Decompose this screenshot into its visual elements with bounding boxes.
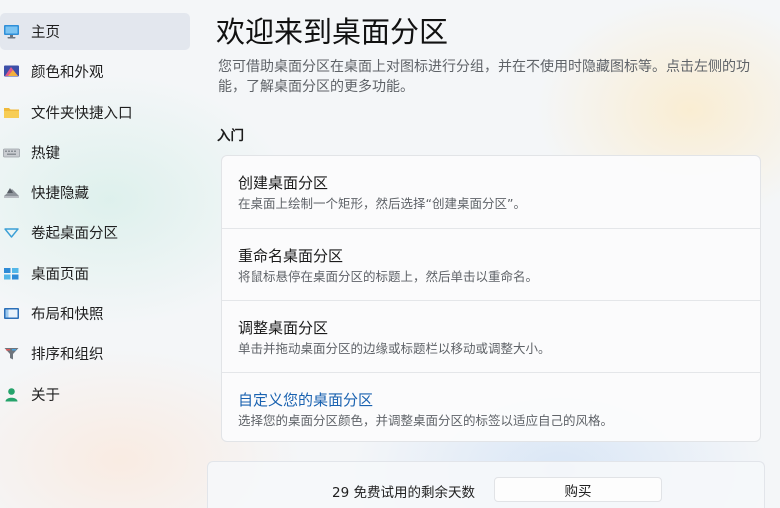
sidebar-item-label: 热键 [31,145,60,162]
feature-description: 将鼠标悬停在桌面分区的标题上，然后单击以重命名。 [238,269,539,284]
feature-adjust-fence[interactable]: 调整桌面分区 单击并拖动桌面分区的边缘或标题栏以移动或调整大小。 [222,300,760,372]
trial-bar: 29 免费试用的剩余天数 购买 [207,461,765,508]
intro-text: 您可借助桌面分区在桌面上对图标进行分组，并在不使用时隐藏图标等。点击左侧的功能，… [218,59,750,95]
sidebar-item-label: 关于 [31,387,60,404]
feature-description: 选择您的桌面分区颜色，并调整桌面分区的标签以适应自己的风格。 [238,413,614,428]
quick-hide-icon [4,188,19,199]
feature-title: 创建桌面分区 [238,174,329,192]
feature-title: 调整桌面分区 [238,319,329,337]
sidebar-item-hotkeys[interactable]: 热键 [0,134,190,171]
trial-days-remaining: 29 免费试用的剩余天数 [332,485,475,501]
sidebar-item-desktop-pages[interactable]: 桌面页面 [0,255,190,292]
rollup-icon [4,228,19,239]
sidebar-item-label: 布局和快照 [31,307,104,324]
sidebar-item-label: 颜色和外观 [31,65,104,82]
layout-icon [4,308,19,320]
customize-fence-link[interactable]: 自定义您的桌面分区 [238,389,373,410]
feature-list: 创建桌面分区 在桌面上绘制一个矩形，然后选择“创建桌面分区”。 重命名桌面分区 … [221,155,761,442]
sidebar-item-about[interactable]: 关于 [0,376,190,413]
sidebar-item-label: 主页 [31,25,60,41]
sidebar-item-label: 文件夹快捷入口 [31,105,133,122]
feature-customize-fence[interactable]: 自定义您的桌面分区 选择您的桌面分区颜色，并调整桌面分区的标签以适应自己的风格。 [222,372,760,441]
page-title: 欢迎来到桌面分区 [216,15,449,49]
sidebar-item-roll-up[interactable]: 卷起桌面分区 [0,214,190,251]
sidebar-item-label: 桌面页面 [31,266,89,283]
sidebar-item-label: 排序和组织 [31,347,104,364]
keyboard-icon [3,148,20,158]
sidebar-item-label: 快捷隐藏 [31,186,89,203]
sidebar-item-sort-organize[interactable]: 排序和组织 [0,335,190,372]
feature-title: 重命名桌面分区 [238,247,344,265]
sidebar-item-quick-hide[interactable]: 快捷隐藏 [0,174,190,211]
feature-rename-fence[interactable]: 重命名桌面分区 将鼠标悬停在桌面分区的标题上，然后单击以重命名。 [222,228,760,300]
buy-button[interactable]: 购买 [494,477,662,502]
sidebar-item-layout-snapshots[interactable]: 布局和快照 [0,295,190,332]
sidebar-item-home[interactable]: 主页 [0,13,190,50]
palette-icon [4,65,19,77]
feature-description: 在桌面上绘制一个矩形，然后选择“创建桌面分区”。 [238,196,526,211]
monitor-icon [4,25,19,39]
person-icon [5,387,18,402]
feature-create-fence[interactable]: 创建桌面分区 在桌面上绘制一个矩形，然后选择“创建桌面分区”。 [222,156,760,228]
section-heading-getting-started: 入门 [217,128,244,144]
sidebar-item-colors-appearance[interactable]: 颜色和外观 [0,53,190,90]
feature-description: 单击并拖动桌面分区的边缘或标题栏以移动或调整大小。 [238,341,551,356]
sidebar-item-label: 卷起桌面分区 [31,226,118,243]
sort-filter-icon [4,348,19,360]
sidebar: 主页 颜色和外观 文件夹快捷入口 热键 快捷隐藏 卷起桌面分区 桌面页面 布局和… [0,13,190,416]
folder-icon [4,107,19,118]
desktop-pages-icon [4,267,19,280]
sidebar-item-folder-portals[interactable]: 文件夹快捷入口 [0,94,190,131]
